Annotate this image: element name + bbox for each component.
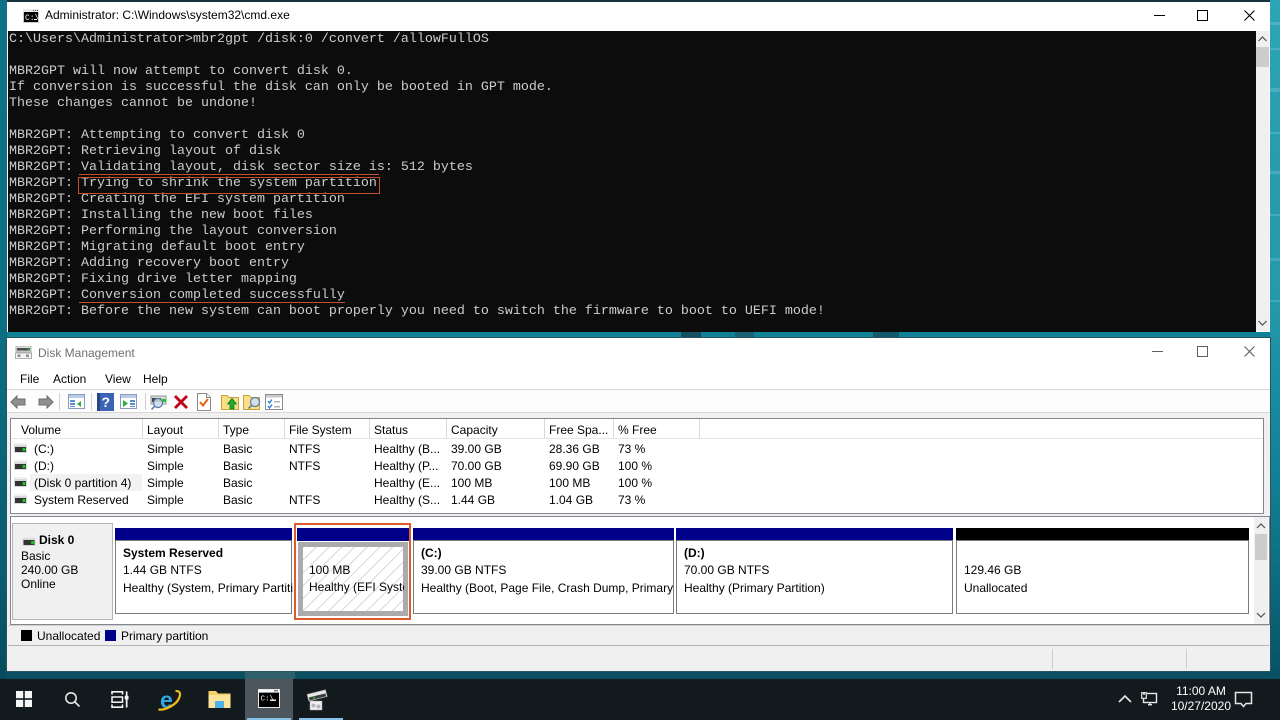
svg-text:C:\: C:\ [25,14,39,23]
svg-text:?: ? [102,394,111,410]
